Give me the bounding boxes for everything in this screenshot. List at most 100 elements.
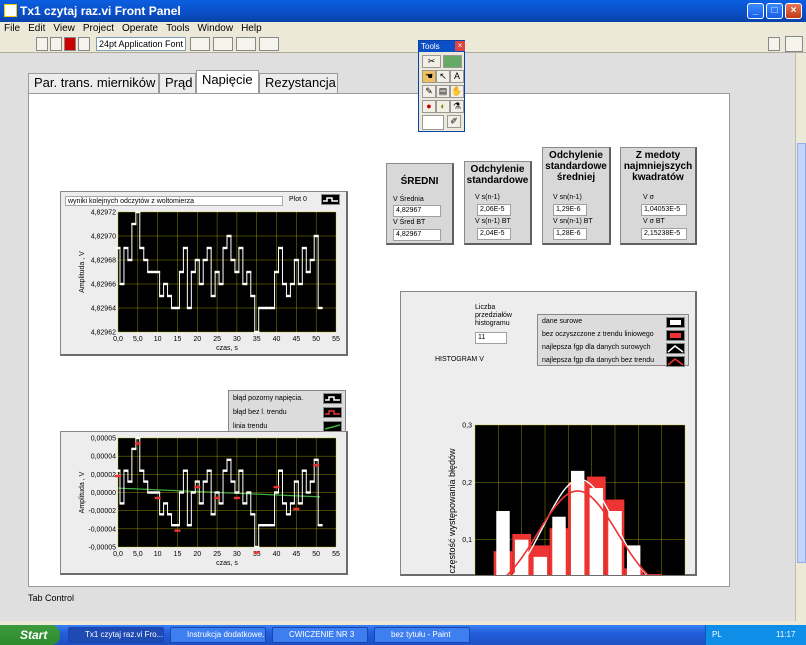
align-objects-icon[interactable] [190,37,210,51]
menu-operate[interactable]: Operate [118,22,162,36]
breakpoint-icon[interactable]: ● [422,100,436,113]
y-axis-label: Amplituda , V [79,251,86,293]
help-icon[interactable] [768,37,780,51]
menu-tools[interactable]: Tools [162,22,193,36]
x-tick-label: 45 [292,336,300,343]
operate-hand-icon[interactable]: ☚ [422,70,436,83]
scrollbar-thumb[interactable] [797,143,806,563]
apparent-error-point [305,491,311,494]
y-tick-label: 0,1 [462,537,472,544]
menu-help[interactable]: Help [237,22,266,36]
data-point [127,258,133,262]
maximize-button[interactable]: □ [766,3,783,19]
stat-label: V s(n-1) BT [475,218,511,225]
x-axis-label: czas, s [216,345,238,352]
distribute-objects-icon[interactable] [213,37,233,51]
x-axis-label: czas, s [216,560,238,567]
start-button[interactable]: Start [0,625,60,645]
stat-value: 2,15238E-5 [641,228,687,240]
menu-edit[interactable]: Edit [24,22,49,36]
apparent-error-point [250,513,256,516]
raw-data-bar [570,470,585,575]
data-point [317,306,323,310]
voltage-error-plot: 0,0 5,0 10 15 20 25 30 35 40 45 50 550,000050,00004… [79,436,340,568]
color-fill-icon[interactable] [422,115,444,130]
task-labview[interactable]: Tx1 czytaj raz.vi Fro... [68,627,164,643]
menu-project[interactable]: Project [79,22,118,36]
raw-data-bar [552,516,566,575]
abort-icon[interactable] [64,37,76,51]
y-axis-label: częstość występowania błędów [447,448,457,574]
data-point [178,270,184,274]
auto-select-icon[interactable] [443,55,462,68]
apparent-error-point [190,491,196,494]
legend-label: błąd bez l. trendu [233,409,287,416]
tab-napiecie[interactable]: Napięcie [196,70,259,93]
detrended-error-point [174,529,181,532]
y-tick-label: 4,82962 [91,330,116,337]
run-arrow-icon[interactable] [36,37,48,51]
minimize-button[interactable]: _ [747,3,764,19]
apparent-error-point [293,480,299,483]
color-picker-icon[interactable]: ⚗ [450,100,464,113]
probe-icon[interactable]: ◐ [436,100,450,113]
data-point [123,246,129,250]
apparent-error-point [234,491,240,494]
shortcut-menu-icon[interactable]: ▤ [436,85,450,98]
stat-label: V sn(n-1) BT [553,218,593,225]
stat-box-mean: ŚREDNI V Średnia 4,82967 V Śred BT 4,829… [386,163,454,245]
font-select[interactable]: 24pt Application Font [96,37,186,51]
detrended-error-point [194,485,201,489]
reorder-icon[interactable] [259,37,279,51]
paint-brush-icon[interactable]: ✐ [447,115,461,128]
detrended-error-point [214,496,221,500]
task-instrukcja[interactable]: Instrukcja dodatkowe... [170,627,266,643]
data-point [297,282,303,286]
stat-label: V σ [643,194,654,201]
resize-objects-icon[interactable] [236,37,256,51]
pause-icon[interactable] [78,37,90,51]
tab-rezystancja[interactable]: Rezystancja [259,73,338,93]
data-point [163,282,169,286]
scroll-hand-icon[interactable]: ✋ [450,85,464,98]
tools-palette: Tools × ✂ ☚ ↖ A ✎ ▤ ✋ ● ◐ ⚗ ✐ [418,40,465,132]
auto-tool-icon[interactable]: ✂ [422,55,441,68]
y-tick-label: -0,00002 [88,508,116,515]
data-point [135,210,141,214]
tab-par-trans[interactable]: Par. trans. mierników [28,73,159,93]
apparent-error-point [135,436,141,440]
x-tick-label: 50 [312,336,320,343]
x-tick-label: 30 [233,336,241,343]
apparent-error-point [226,458,232,461]
task-cwiczenie[interactable]: CWICZENIE NR 3 [272,627,368,643]
window-title: Tx1 czytaj raz.vi Front Panel [20,4,181,18]
data-point [155,270,161,274]
apparent-error-point [218,502,224,505]
data-point [159,294,165,298]
tab-prad[interactable]: Prąd [159,73,196,93]
system-tray: PL 11:17 [705,625,806,645]
close-button[interactable]: × [785,3,802,19]
position-arrow-icon[interactable]: ↖ [436,70,450,83]
vertical-scrollbar[interactable] [795,53,806,621]
wiring-tool-icon[interactable]: ✎ [422,85,436,98]
stat-title: ŚREDNI [400,176,439,187]
run-continuously-icon[interactable] [50,37,62,51]
menu-file[interactable]: File [0,22,24,36]
close-icon[interactable]: × [455,41,465,51]
stat-label: V s(n-1) [475,194,500,201]
task-paint[interactable]: bez tytułu - Paint [374,627,470,643]
menu-view[interactable]: View [49,22,79,36]
x-tick-label: 40 [273,551,281,558]
apparent-error-point [178,491,184,494]
detrended-error-point [253,551,260,554]
detrended-error-point [293,507,300,511]
text-tool-icon[interactable]: A [450,70,464,83]
tab-control-label: Tab Control [28,593,75,603]
clock: 11:17 [776,630,796,639]
x-tick-label: 50 [312,551,320,558]
data-point [278,246,284,250]
stat-value: 2,06E-5 [477,204,511,216]
menu-window[interactable]: Window [193,22,237,36]
language-indicator[interactable]: PL [712,625,722,645]
